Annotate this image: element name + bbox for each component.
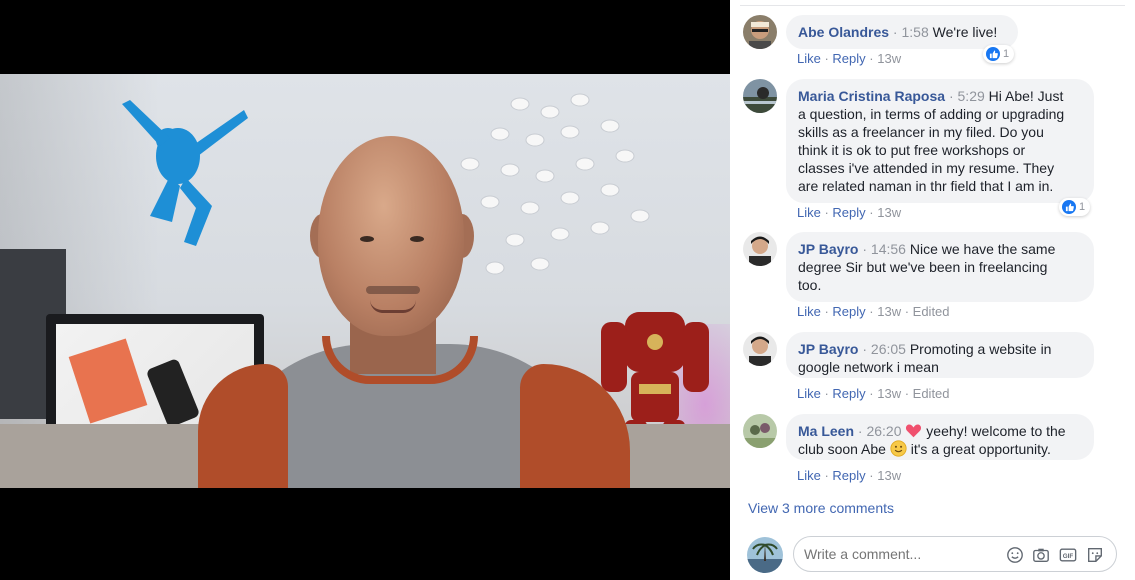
comment-composer[interactable]: GIF	[793, 536, 1117, 572]
comment-bubble: JP Bayro · 14:56 Nice we have the same d…	[786, 232, 1094, 302]
comment-author[interactable]: Ma Leen	[798, 423, 854, 439]
comment-actions: Like · Reply · 13w · Edited	[797, 304, 950, 319]
blue-figurine	[122, 100, 248, 246]
like-link[interactable]: Like	[797, 51, 821, 66]
comment-timestamp[interactable]: 26:05	[871, 341, 906, 357]
heart-icon	[906, 424, 922, 438]
avatar[interactable]	[743, 79, 777, 113]
like-link[interactable]: Like	[797, 205, 821, 220]
reply-link[interactable]: Reply	[832, 386, 865, 401]
comment-age[interactable]: 13w	[877, 304, 901, 319]
comment-age[interactable]: 13w	[877, 205, 901, 220]
avatar[interactable]	[743, 414, 777, 448]
video-frame	[0, 74, 730, 488]
comment-age[interactable]: 13w	[877, 468, 901, 483]
comment-text: a question, in terms of adding or upgrad…	[798, 106, 1065, 194]
wall-flower-decor	[460, 93, 650, 275]
like-link[interactable]: Like	[797, 468, 821, 483]
comment-timestamp[interactable]: 14:56	[871, 241, 906, 257]
comment-actions: Like · Reply · 13w	[797, 205, 902, 220]
reply-link[interactable]: Reply	[832, 205, 865, 220]
emoji-icon[interactable]	[1006, 546, 1024, 564]
comment-bubble: JP Bayro · 26:05 Promoting a website in …	[786, 332, 1094, 378]
edited-label[interactable]: Edited	[913, 304, 950, 319]
gif-icon[interactable]: GIF	[1059, 546, 1077, 564]
comment-author[interactable]: Abe Olandres	[798, 24, 889, 40]
comment-text: club soon Abe it's a great opportunity.	[798, 440, 1051, 457]
view-more-comments-link[interactable]: View 3 more comments	[748, 500, 894, 516]
comment-bubble: Ma Leen · 26:20 yeehy! welcome to the cl…	[786, 414, 1094, 460]
comment-actions: Like · Reply · 13w · Edited	[797, 386, 950, 401]
avatar[interactable]	[743, 332, 777, 366]
comment-actions: Like · Reply · 13w	[797, 468, 902, 483]
comment-text: degree Sir but we've been in freelancing…	[798, 259, 1048, 293]
comment-author[interactable]: JP Bayro	[798, 241, 858, 257]
comment-author[interactable]: JP Bayro	[798, 341, 858, 357]
comment-text: google network i mean	[798, 359, 939, 375]
smile-emoji-icon	[890, 440, 907, 457]
comment-text: We're live!	[932, 24, 998, 40]
reply-link[interactable]: Reply	[832, 468, 865, 483]
edited-label[interactable]: Edited	[913, 386, 950, 401]
comment-bubble: Maria Cristina Raposa · 5:29 Hi Abe! Jus…	[786, 79, 1094, 203]
comment-bubble: Abe Olandres · 1:58 We're live!	[786, 15, 1018, 49]
comment-timestamp[interactable]: 26:20	[866, 423, 901, 439]
avatar[interactable]	[743, 15, 777, 49]
like-reaction-icon	[1062, 200, 1076, 214]
current-user-avatar[interactable]	[747, 537, 783, 573]
comment-age[interactable]: 13w	[877, 51, 901, 66]
comment-timestamp[interactable]: 1:58	[901, 24, 928, 40]
live-video-player[interactable]	[0, 0, 730, 580]
comment-actions: Like · Reply · 13w	[797, 51, 902, 66]
reply-link[interactable]: Reply	[832, 51, 865, 66]
comment-input[interactable]	[804, 546, 994, 562]
like-link[interactable]: Like	[797, 304, 821, 319]
like-reaction-icon	[986, 47, 1000, 61]
reaction-count[interactable]: 1	[983, 45, 1015, 63]
comment-timestamp[interactable]: 5:29	[958, 88, 985, 104]
sticker-icon[interactable]	[1086, 546, 1104, 564]
comment-age[interactable]: 13w	[877, 386, 901, 401]
reply-link[interactable]: Reply	[832, 304, 865, 319]
reaction-count[interactable]: 1	[1059, 198, 1091, 216]
comment-author[interactable]: Maria Cristina Raposa	[798, 88, 945, 104]
camera-icon[interactable]	[1032, 546, 1050, 564]
avatar[interactable]	[743, 232, 777, 266]
like-link[interactable]: Like	[797, 386, 821, 401]
svg-text:GIF: GIF	[1063, 553, 1074, 560]
comments-panel: Abe Olandres · 1:58 We're live! 1 Like ·…	[730, 0, 1135, 580]
